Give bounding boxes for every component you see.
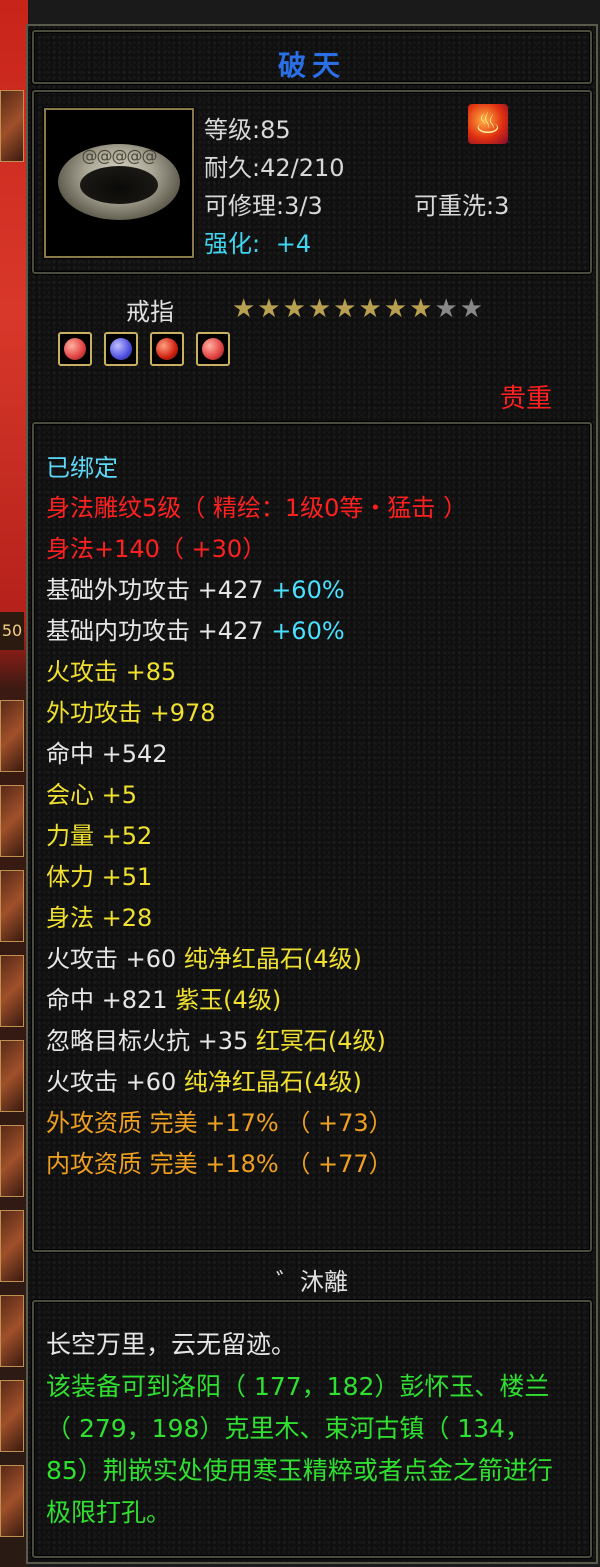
skill-slot[interactable] [0, 955, 24, 1027]
skill-slot[interactable] [0, 90, 24, 162]
stars-empty: ★★ [434, 294, 486, 324]
red-gem-icon [196, 332, 230, 366]
skill-slot[interactable] [0, 1465, 24, 1537]
red-crystal-icon [150, 332, 184, 366]
base-ext-atk-pct: +60% [271, 576, 345, 604]
star-rating: ★★★★★★★★★★ [232, 294, 485, 324]
base-int-atk-pct: +60% [271, 617, 345, 645]
item-name: 破天 [277, 49, 346, 82]
gem-name: 纯净红晶石(4级) [183, 945, 362, 973]
gem-stat: 火攻击 +60 [46, 945, 177, 973]
stars-filled: ★★★★★★★★ [232, 294, 435, 324]
flavor-text: 长空万里，云无留迹。 [46, 1330, 297, 1359]
gem-name: 红冥石(4级) [255, 1027, 386, 1055]
int-atk-quality-line: 内攻资质 完美 +18% （ +77） [46, 1150, 393, 1178]
fire-element-icon: ♨ [468, 104, 508, 144]
ring-icon: @@@@@ [43, 107, 195, 259]
skill-slot[interactable] [0, 1295, 24, 1367]
enhance-label: 强化: [204, 230, 261, 258]
level-text: 等级:85 [204, 116, 291, 144]
maker-name: ゛沐離 [276, 1268, 348, 1296]
base-ext-atk-value: 基础外功攻击 +427 [46, 576, 264, 604]
skill-slot[interactable] [0, 700, 24, 772]
agility-bonus-line: 身法+140（ +30） [46, 535, 267, 563]
repairable-text: 可修理:3/3 [204, 192, 323, 220]
gem-stat: 忽略目标火抗 +35 [46, 1027, 249, 1055]
gem-stat-line: 忽略目标火抗 +35 红冥石(4级) [46, 1027, 386, 1055]
enhance-value: +4 [275, 230, 312, 258]
gem-stat: 命中 +821 [46, 986, 168, 1014]
enhance-text: 强化: +4 [204, 224, 311, 259]
skill-slot[interactable] [0, 1125, 24, 1197]
gem-stat-line: 火攻击 +60 纯净红晶石(4级) [46, 1068, 362, 1096]
skill-slot[interactable] [0, 785, 24, 857]
base-int-atk-value: 基础内功攻击 +427 [46, 617, 264, 645]
gem-stat-line: 火攻击 +60 纯净红晶石(4级) [46, 945, 362, 973]
stamina-line: 体力 +51 [46, 863, 153, 891]
engrave-line: 身法雕纹5级（ 精绘：1级0等・猛击 ） [46, 494, 468, 522]
durability-text: 耐久:42/210 [204, 154, 345, 182]
skill-slot[interactable] [0, 1210, 24, 1282]
bound-status: 已绑定 [46, 454, 118, 482]
base-int-atk-line: 基础内功攻击 +427 +60% [46, 617, 345, 645]
skill-slot[interactable] [0, 1380, 24, 1452]
skill-slot[interactable] [0, 1040, 24, 1112]
skill-slot[interactable] [0, 870, 24, 942]
quality-label: 贵重 [499, 384, 552, 414]
strength-line: 力量 +52 [46, 822, 153, 850]
base-ext-atk-line: 基础外功攻击 +427 +60% [46, 576, 345, 604]
ext-atk-line: 外功攻击 +978 [46, 699, 216, 727]
hit-line: 命中 +542 [46, 740, 168, 768]
purple-gem-icon [104, 332, 138, 366]
game-background-strip: 50 [0, 0, 28, 1567]
hint-text: 该装备可到洛阳（ 177，182）彭怀玉、楼兰（ 279，198）克里木、束河古… [46, 1372, 553, 1527]
item-type: 戒指 [126, 298, 174, 326]
red-gem-icon [58, 332, 92, 366]
crit-line: 会心 +5 [46, 781, 138, 809]
gem-stat-line: 命中 +821 紫玉(4级) [46, 986, 281, 1014]
gem-name: 紫玉(4级) [175, 986, 282, 1014]
description: 长空万里，云无留迹。 该装备可到洛阳（ 177，182）彭怀玉、楼兰（ 279，… [46, 1324, 566, 1534]
ext-atk-quality-line: 外攻资质 完美 +17% （ +73） [46, 1109, 393, 1137]
agility-line: 身法 +28 [46, 904, 153, 932]
item-tooltip: 破天 @@@@@ 等级:85 耐久:42/210 可修理:3/3 可重洗:3 强… [26, 24, 598, 1564]
fire-atk-line: 火攻击 +85 [46, 658, 177, 686]
gem-stat: 火攻击 +60 [46, 1068, 177, 1096]
gem-name: 纯净红晶石(4级) [183, 1068, 362, 1096]
level-number: 50 [0, 612, 24, 650]
rewashable-text: 可重洗:3 [414, 192, 510, 220]
